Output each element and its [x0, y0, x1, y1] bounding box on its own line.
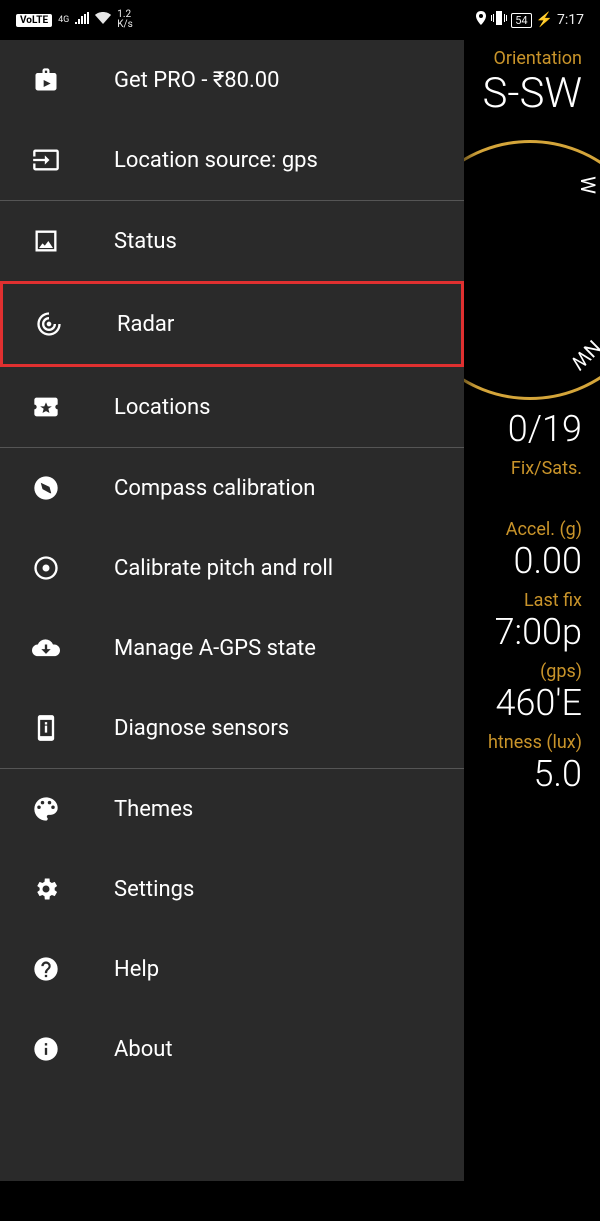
- menu-get-pro[interactable]: Get PRO - ₹80.00: [0, 40, 464, 120]
- lastfix-value: 7:00p: [460, 611, 582, 653]
- menu-label: Locations: [114, 395, 210, 420]
- status-bar: VoLTE 4G 1.2 K/s 54 ⚡ 7:17: [0, 0, 600, 40]
- menu-label: Help: [114, 957, 159, 982]
- brightness-label: htness (lux): [460, 732, 582, 753]
- network-label: 4G: [58, 16, 69, 25]
- cloud-download-icon: [30, 632, 62, 664]
- wifi-icon: [95, 12, 111, 28]
- signal-icon: [75, 12, 89, 28]
- menu-manage-agps[interactable]: Manage A-GPS state: [0, 608, 464, 688]
- compass-w: W: [576, 176, 600, 194]
- menu-about[interactable]: About: [0, 1009, 464, 1089]
- background-panel: Orientation S-SW W NW 0/19 Fix/Sats. Acc…: [460, 40, 600, 1221]
- navigation-drawer[interactable]: Get PRO - ₹80.00 Location source: gps St…: [0, 40, 464, 1181]
- palette-icon: [30, 793, 62, 825]
- input-icon: [30, 144, 62, 176]
- menu-themes[interactable]: Themes: [0, 769, 464, 849]
- menu-location-source[interactable]: Location source: gps: [0, 120, 464, 200]
- gear-icon: [30, 873, 62, 905]
- menu-label: Themes: [114, 797, 193, 822]
- target-icon: [30, 552, 62, 584]
- menu-label: Status: [114, 229, 177, 254]
- compass-icon: [30, 472, 62, 504]
- menu-label: Settings: [114, 877, 194, 902]
- vibrate-icon: [491, 11, 507, 29]
- menu-label: Diagnose sensors: [114, 716, 289, 741]
- menu-settings[interactable]: Settings: [0, 849, 464, 929]
- location-icon: [475, 11, 487, 29]
- menu-label: Calibrate pitch and roll: [114, 556, 333, 581]
- ticket-icon: [30, 391, 62, 423]
- menu-help[interactable]: Help: [0, 929, 464, 1009]
- battery-indicator: 54: [511, 13, 531, 28]
- compass-ring: W NW: [460, 140, 600, 400]
- orientation-label: Orientation: [460, 48, 582, 69]
- fixsats-value: 0/19: [460, 408, 582, 450]
- menu-label: Manage A-GPS state: [114, 636, 316, 661]
- menu-label: Get PRO - ₹80.00: [114, 68, 280, 93]
- menu-label: About: [114, 1037, 173, 1062]
- menu-diagnose-sensors[interactable]: Diagnose sensors: [0, 688, 464, 768]
- speed-unit: K/s: [117, 20, 133, 30]
- menu-label: Radar: [117, 312, 174, 337]
- menu-compass-calibration[interactable]: Compass calibration: [0, 448, 464, 528]
- charging-icon: ⚡: [536, 12, 553, 28]
- orientation-value: S-SW: [460, 69, 582, 118]
- brightness-value: 5.0: [460, 753, 582, 795]
- lastfix-label: Last fix: [460, 590, 582, 611]
- clock: 7:17: [557, 12, 584, 28]
- fixsats-label: Fix/Sats.: [460, 458, 582, 479]
- shop-icon: [30, 64, 62, 96]
- menu-calibrate-pitch[interactable]: Calibrate pitch and roll: [0, 528, 464, 608]
- help-icon: [30, 953, 62, 985]
- menu-status[interactable]: Status: [0, 201, 464, 281]
- accel-value: 0.00: [460, 540, 582, 582]
- gps-label: (gps): [460, 661, 582, 682]
- compass-nw: NW: [566, 335, 600, 375]
- image-icon: [30, 225, 62, 257]
- radar-icon: [33, 308, 65, 340]
- gps-value: 460'E: [460, 682, 582, 724]
- menu-label: Compass calibration: [114, 476, 315, 501]
- menu-label: Location source: gps: [114, 148, 318, 173]
- info-icon: [30, 1033, 62, 1065]
- device-info-icon: [30, 712, 62, 744]
- volte-badge: VoLTE: [16, 14, 52, 27]
- menu-locations[interactable]: Locations: [0, 367, 464, 447]
- menu-radar[interactable]: Radar: [0, 281, 464, 367]
- accel-label: Accel. (g): [460, 519, 582, 540]
